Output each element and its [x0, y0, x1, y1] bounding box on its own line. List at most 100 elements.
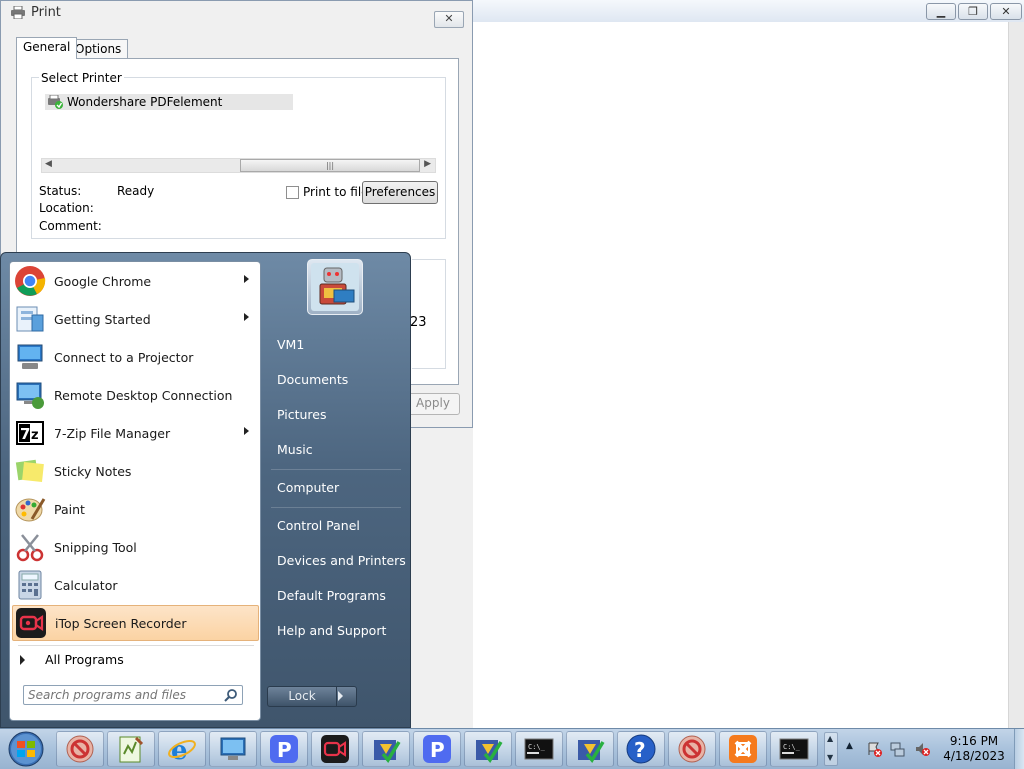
search-input[interactable]	[24, 686, 222, 704]
taskbar-button-pdfelement[interactable]: P	[260, 731, 308, 767]
places-separator	[271, 507, 401, 508]
program-calculator[interactable]: Calculator	[12, 567, 259, 603]
network-icon[interactable]	[890, 741, 906, 757]
lock-label: Lock	[268, 687, 337, 706]
checklist-app-icon	[374, 740, 401, 763]
taskbar-button-pdfelement-2[interactable]: P	[413, 731, 461, 767]
no-entry-app-icon	[678, 735, 706, 763]
program-label: Getting Started	[54, 311, 151, 327]
program-label: iTop Screen Recorder	[55, 615, 187, 631]
taskbar-button-command-prompt-2[interactable]: C:\_	[770, 731, 818, 767]
program-sticky-notes[interactable]: Sticky Notes	[12, 453, 259, 489]
tab-general[interactable]: General	[16, 37, 78, 59]
search-icon[interactable]	[224, 688, 238, 702]
close-button[interactable]: ✕	[990, 3, 1022, 20]
apply-button[interactable]: Apply	[406, 393, 460, 415]
lock-button[interactable]: Lock	[267, 686, 357, 707]
print-to-file-label: Print to file	[303, 185, 369, 199]
scroll-right-icon[interactable]: ▶	[424, 159, 431, 169]
place-user-folder[interactable]: VM1	[277, 337, 304, 352]
command-prompt-icon: C:\_	[779, 738, 809, 760]
checkbox-box[interactable]	[286, 185, 299, 199]
taskbar-button-checklist-app-2[interactable]	[464, 731, 512, 767]
scroll-left-icon[interactable]: ◀	[45, 159, 52, 169]
taskbar-button-command-prompt[interactable]: C:\_	[515, 731, 563, 767]
close-icon: ✕	[444, 12, 454, 25]
program-label: Calculator	[54, 577, 118, 593]
checklist-app-icon	[578, 740, 605, 763]
program-google-chrome[interactable]: Google Chrome	[12, 263, 259, 299]
show-hidden-icons-icon[interactable]: ▲	[846, 741, 853, 751]
place-computer[interactable]: Computer	[277, 480, 339, 495]
scroll-up-icon[interactable]: ▲	[827, 734, 833, 743]
calculator-icon	[18, 570, 42, 600]
taskbar-button-notepad-plus[interactable]	[107, 731, 155, 767]
user-avatar[interactable]	[307, 259, 363, 315]
place-default-programs[interactable]: Default Programs	[277, 588, 386, 603]
help-icon: ?	[626, 734, 656, 764]
minimize-button[interactable]: ▁	[926, 3, 956, 20]
taskbar-button-no-entry-app-2[interactable]	[668, 731, 716, 767]
printer-list-scrollbar[interactable]: ◀ ||| ▶	[41, 158, 436, 173]
place-pictures[interactable]: Pictures	[277, 407, 327, 422]
svg-text:P: P	[430, 738, 445, 762]
taskbar-button-xampp[interactable]	[719, 731, 767, 767]
program-snipping-tool[interactable]: Snipping Tool	[12, 529, 259, 565]
collate-pages-icon: 23	[410, 315, 427, 330]
itop-recorder-icon	[16, 608, 46, 638]
program-label: Remote Desktop Connection	[54, 387, 233, 403]
print-to-file-checkbox[interactable]: Print to file	[286, 185, 369, 199]
program-getting-started[interactable]: Getting Started	[12, 301, 259, 337]
program-connect-projector[interactable]: Connect to a Projector	[12, 339, 259, 375]
program-7zip[interactable]: 7 z 7-Zip File Manager	[12, 415, 259, 451]
tab-options-label: Options	[75, 42, 122, 56]
program-itop-recorder[interactable]: iTop Screen Recorder	[12, 605, 259, 641]
select-printer-label: Select Printer	[39, 71, 124, 85]
volume-muted-icon[interactable]	[914, 741, 930, 757]
taskbar-button-checklist-app-3[interactable]	[566, 731, 614, 767]
taskbar-button-no-entry-app[interactable]	[56, 731, 104, 767]
vertical-scrollbar[interactable]	[1008, 22, 1024, 728]
restore-button[interactable]: ❐	[958, 3, 988, 20]
action-center-icon[interactable]	[866, 741, 882, 757]
all-programs-label: All Programs	[45, 652, 124, 667]
place-help-support[interactable]: Help and Support	[277, 623, 386, 638]
taskbar-button-checklist-app[interactable]	[362, 731, 410, 767]
program-remote-desktop[interactable]: Remote Desktop Connection	[12, 377, 259, 413]
search-box[interactable]	[23, 685, 243, 705]
all-programs-arrow-icon	[20, 654, 25, 665]
system-clock[interactable]: 9:16 PM 4/18/2023	[940, 734, 1008, 764]
taskbar-button-itop-recorder[interactable]	[311, 731, 359, 767]
print-close-button[interactable]: ✕	[434, 11, 464, 28]
lock-options-arrow-icon[interactable]	[338, 691, 343, 701]
scroll-down-icon[interactable]: ▼	[827, 753, 833, 762]
program-paint[interactable]: Paint	[12, 491, 259, 527]
place-devices-printers[interactable]: Devices and Printers	[277, 553, 406, 568]
program-label: Sticky Notes	[54, 463, 132, 479]
itop-recorder-icon	[321, 735, 349, 763]
svg-text:C:\_: C:\_	[528, 743, 546, 751]
submenu-arrow-icon	[244, 275, 249, 283]
program-label: Snipping Tool	[54, 539, 137, 555]
all-programs-button[interactable]: All Programs	[20, 652, 124, 667]
printer-list-item[interactable]: Wondershare PDFelement	[45, 94, 293, 110]
taskbar-button-remote-desktop[interactable]	[209, 731, 257, 767]
snipping-tool-icon	[16, 534, 44, 562]
page-range-group	[412, 259, 446, 369]
taskbar-button-internet-explorer[interactable]: e	[158, 731, 206, 767]
scrollbar-thumb[interactable]: |||	[240, 159, 420, 172]
place-documents[interactable]: Documents	[277, 372, 348, 387]
place-control-panel[interactable]: Control Panel	[277, 518, 360, 533]
taskbar-scroll-buttons[interactable]: ▲ ▼	[824, 732, 838, 766]
comment-label: Comment:	[39, 219, 102, 233]
program-label: Paint	[54, 501, 85, 517]
show-desktop-button[interactable]	[1014, 729, 1024, 769]
chrome-icon	[15, 266, 46, 296]
document-area[interactable]	[473, 22, 1008, 728]
programs-separator	[18, 645, 254, 646]
place-music[interactable]: Music	[277, 442, 313, 457]
svg-text:7: 7	[20, 425, 30, 443]
preferences-button[interactable]: Preferences	[362, 181, 438, 204]
taskbar-button-help[interactable]: ?	[617, 731, 665, 767]
start-button[interactable]	[6, 730, 46, 768]
